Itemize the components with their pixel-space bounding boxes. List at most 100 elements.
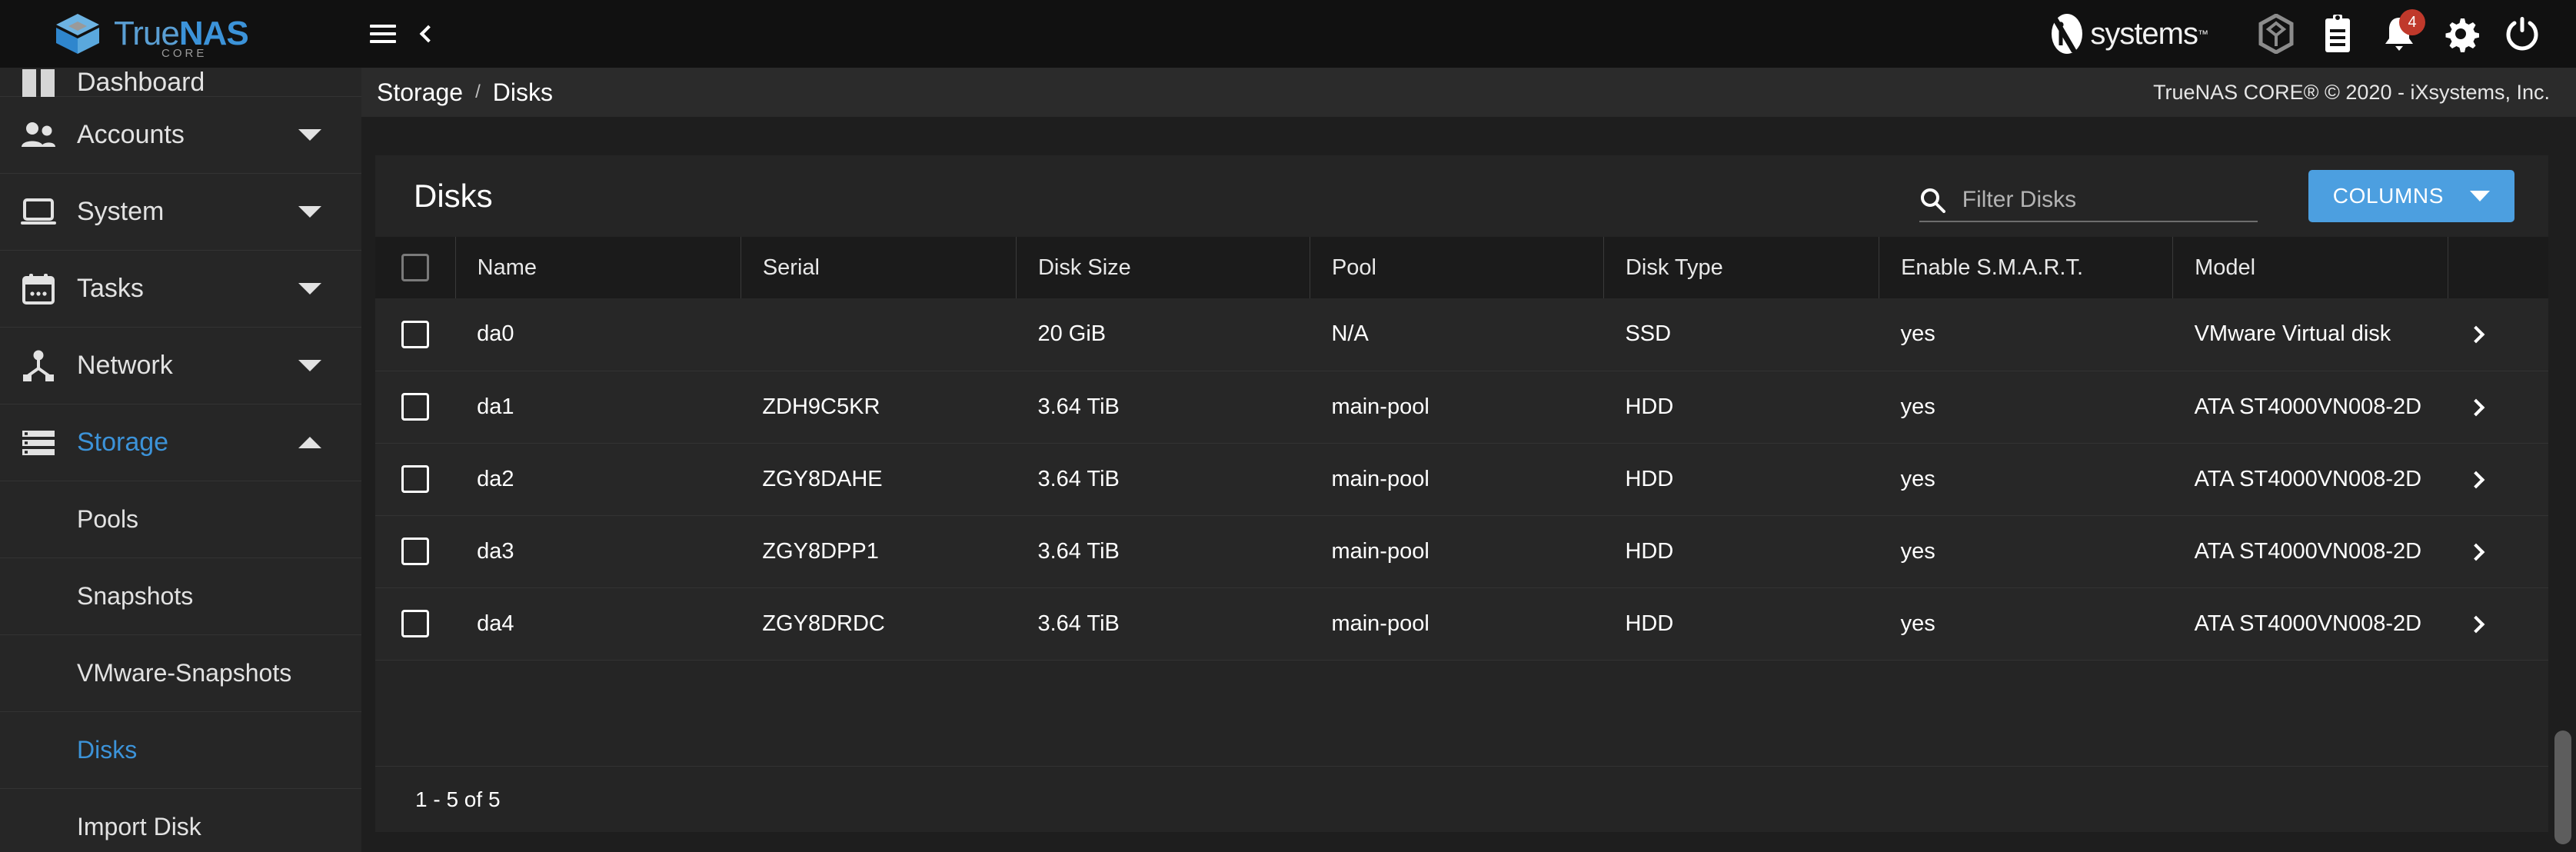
disks-table: Name Serial Disk Size Pool Disk Type Ena… [375,237,2548,661]
table-row[interactable]: da4 ZGY8DRDC 3.64 TiB main-pool HDD yes … [375,587,2548,660]
column-header-expand [2448,237,2548,298]
copyright-text: TrueNAS CORE® © 2020 - iXsystems, Inc. [2153,81,2550,105]
hamburger-icon [370,25,396,43]
cell-model: VMware Virtual disk [2173,298,2448,371]
chevron-right-icon[interactable] [2467,543,2484,561]
hamburger-menu-button[interactable] [361,12,404,55]
chevron-down-icon[interactable] [298,206,321,218]
gear-icon [2442,15,2479,52]
column-header-pool[interactable]: Pool [1310,237,1603,298]
cell-disk-type: HDD [1603,515,1879,587]
ixsystems-mark-icon [2045,12,2088,55]
sidebar-item-storage[interactable]: Storage [0,404,361,481]
disks-card: Disks COLUMNS [375,155,2548,832]
select-all-checkbox[interactable] [401,254,429,281]
cell-enable-smart: yes [1879,371,2173,443]
sidebar-item-dashboard[interactable]: Dashboard [0,68,361,97]
row-select-cell [375,587,455,660]
back-button[interactable] [404,12,448,55]
table-row[interactable]: da1 ZDH9C5KR 3.64 TiB main-pool HDD yes … [375,371,2548,443]
row-select-cell [375,443,455,515]
power-button[interactable] [2502,14,2542,54]
cell-pool: main-pool [1310,443,1603,515]
cell-pool: main-pool [1310,515,1603,587]
sidebar-item-pools[interactable]: Pools [0,481,361,558]
cell-disk-size: 3.64 TiB [1016,515,1310,587]
ixsystems-wordmark: systems [2090,17,2198,52]
brand-logo[interactable]: TrueNAS CORE [0,0,361,68]
sidebar-item-accounts[interactable]: Accounts [0,97,361,174]
row-checkbox[interactable] [401,321,429,348]
dragonfish-button[interactable] [2256,14,2296,54]
power-icon [2504,15,2541,52]
row-checkbox[interactable] [401,393,429,421]
row-checkbox[interactable] [401,537,429,565]
truenas-logo-icon [54,12,102,55]
column-header-enable-smart[interactable]: Enable S.M.A.R.T. [1879,237,2173,298]
breadcrumb-separator: / [475,82,481,103]
table-row[interactable]: da3 ZGY8DPP1 3.64 TiB main-pool HDD yes … [375,515,2548,587]
sidebar-item-vmware-snapshots[interactable]: VMware-Snapshots [0,635,361,712]
chevron-left-icon [420,25,438,43]
search-input[interactable] [1962,187,2239,213]
cell-disk-size: 3.64 TiB [1016,371,1310,443]
cell-enable-smart: yes [1879,298,2173,371]
sidebar-item-import-disk[interactable]: Import Disk [0,789,361,852]
sidebar-item-system[interactable]: System [0,174,361,251]
sidebar-item-tasks[interactable]: Tasks [0,251,361,328]
sidebar-item-disks[interactable]: Disks [0,712,361,789]
cell-disk-type: HDD [1603,371,1879,443]
settings-button[interactable] [2441,14,2481,54]
filter-disks-field[interactable] [1919,187,2258,222]
columns-button[interactable]: COLUMNS [2308,170,2514,222]
dragonfish-icon [2258,14,2295,54]
breadcrumb-parent[interactable]: Storage [377,78,463,107]
column-header-serial[interactable]: Serial [741,237,1016,298]
tasks-clipboard-button[interactable] [2318,14,2358,54]
sidebar-item-network[interactable]: Network [0,328,361,404]
column-header-model[interactable]: Model [2173,237,2448,298]
chevron-right-icon[interactable] [2467,615,2484,633]
cell-serial: ZGY8DAHE [741,443,1016,515]
sidebar-subitem-label: Pools [77,505,138,534]
chevron-down-icon[interactable] [298,283,321,295]
cell-name: da4 [455,587,741,660]
row-checkbox[interactable] [401,610,429,637]
laptop-icon [0,198,77,227]
sidebar-subitem-label: VMware-Snapshots [77,659,291,687]
select-all-header [375,237,455,298]
chevron-right-icon[interactable] [2467,398,2484,416]
sidebar-item-label: Network [77,351,173,381]
alerts-button[interactable]: 4 [2379,14,2419,54]
row-select-cell [375,298,455,371]
dashboard-icon [0,68,77,98]
cell-name: da3 [455,515,741,587]
sidebar-item-snapshots[interactable]: Snapshots [0,558,361,635]
chevron-down-icon[interactable] [298,360,321,371]
chevron-up-icon[interactable] [298,437,321,448]
row-checkbox[interactable] [401,465,429,493]
topbar-actions: systems ™ 4 [2045,12,2576,55]
disks-table-body: da0 20 GiB N/A SSD yes VMware Virtual di… [375,298,2548,660]
table-row[interactable]: da2 ZGY8DAHE 3.64 TiB main-pool HDD yes … [375,443,2548,515]
cell-pool: main-pool [1310,587,1603,660]
main-sidebar: Dashboard Accounts System [0,68,361,852]
cell-serial: ZGY8DPP1 [741,515,1016,587]
row-select-cell [375,515,455,587]
search-icon [1919,187,1945,213]
chevron-right-icon[interactable] [2467,326,2484,344]
chevron-right-icon[interactable] [2467,471,2484,488]
table-row[interactable]: da0 20 GiB N/A SSD yes VMware Virtual di… [375,298,2548,371]
row-expand-cell [2448,443,2548,515]
column-header-name[interactable]: Name [455,237,741,298]
column-header-disk-size[interactable]: Disk Size [1016,237,1310,298]
vertical-scrollbar-thumb[interactable] [2554,731,2571,844]
sidebar-subitem-label: Disks [77,736,137,764]
cell-disk-size: 20 GiB [1016,298,1310,371]
table-header-row: Name Serial Disk Size Pool Disk Type Ena… [375,237,2548,298]
brand-edition: CORE [161,47,207,60]
sidebar-item-label: Dashboard [77,68,205,98]
column-header-disk-type[interactable]: Disk Type [1603,237,1879,298]
page-title: Disks [414,178,493,215]
chevron-down-icon[interactable] [298,129,321,141]
